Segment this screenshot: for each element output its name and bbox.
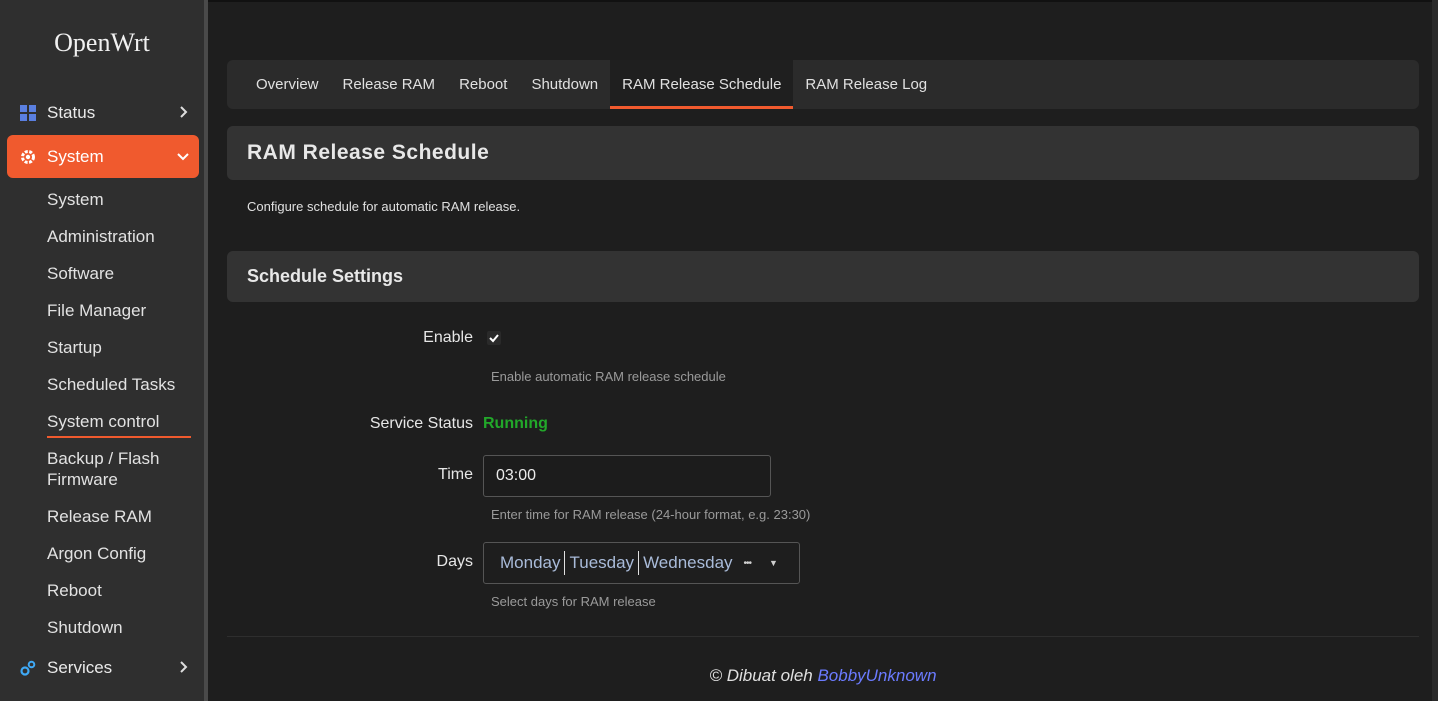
time-input[interactable] — [483, 455, 771, 497]
sidebar-subitem-argon-config[interactable]: Argon Config — [47, 543, 146, 564]
chevron-right-icon — [179, 105, 189, 121]
footer: © Dibuat oleh BobbyUnknown — [0, 666, 1438, 686]
tab-ram-release-schedule[interactable]: RAM Release Schedule — [610, 60, 794, 109]
day-chip: Wednesday — [643, 553, 733, 572]
sidebar-subitem-software[interactable]: Software — [47, 263, 114, 284]
day-chip: Tuesday — [569, 553, 635, 572]
section-header: Schedule Settings — [227, 251, 1419, 302]
sidebar-item-status[interactable]: Status — [7, 91, 199, 134]
sidebar-subitem-backup-flash[interactable]: Backup / Flash Firmware — [47, 448, 177, 490]
page-scrollbar[interactable] — [1432, 0, 1438, 701]
caret-down-icon: ▼ — [769, 558, 778, 568]
sidebar-subitem-system[interactable]: System — [47, 189, 104, 210]
tab-shutdown[interactable]: Shutdown — [519, 60, 610, 109]
page-description: Configure schedule for automatic RAM rel… — [247, 199, 521, 214]
sidebar-subitem-release-ram[interactable]: Release RAM — [47, 506, 152, 527]
time-label: Time — [438, 466, 473, 483]
section-title: Schedule Settings — [247, 266, 404, 286]
chip-separator — [638, 551, 640, 575]
sidebar-item-label: System — [47, 146, 104, 166]
enable-help: Enable automatic RAM release schedule — [491, 369, 726, 384]
days-help: Select days for RAM release — [491, 594, 656, 609]
chevron-down-icon — [177, 149, 189, 165]
grid-icon — [19, 104, 37, 122]
top-border — [208, 0, 1438, 2]
author-link[interactable]: BobbyUnknown — [817, 666, 936, 685]
check-icon — [489, 334, 499, 343]
tab-release-ram[interactable]: Release RAM — [331, 60, 448, 109]
tab-overview[interactable]: Overview — [244, 60, 331, 109]
chip-separator — [564, 551, 566, 575]
sidebar-subitem-startup[interactable]: Startup — [47, 337, 102, 358]
sidebar-subitem-shutdown[interactable]: Shutdown — [47, 617, 123, 638]
divider — [227, 636, 1419, 637]
day-chip: Monday — [500, 553, 561, 572]
page-title-box: RAM Release Schedule — [227, 126, 1419, 180]
days-multiselect[interactable]: Monday Tuesday Wednesday ••• ▼ — [483, 542, 800, 584]
sidebar-subitem-reboot[interactable]: Reboot — [47, 580, 102, 601]
days-label: Days — [436, 553, 473, 570]
footer-credit: © Dibuat oleh — [709, 666, 818, 685]
gear-icon — [19, 148, 37, 166]
sidebar-subitem-system-control[interactable]: System control — [47, 411, 191, 438]
tab-bar: Overview Release RAM Reboot Shutdown RAM… — [227, 60, 1419, 109]
sidebar-item-label: Status — [47, 102, 96, 122]
page-title: RAM Release Schedule — [247, 141, 490, 164]
enable-checkbox[interactable] — [487, 331, 501, 345]
sidebar-item-system[interactable]: System — [7, 135, 199, 178]
tab-ram-release-log[interactable]: RAM Release Log — [793, 60, 939, 109]
sidebar-scrollbar[interactable] — [204, 0, 208, 701]
sidebar-subitem-scheduled-tasks[interactable]: Scheduled Tasks — [47, 374, 175, 395]
service-status-label: Service Status — [369, 415, 473, 432]
brand-logo[interactable]: OpenWrt — [0, 28, 204, 58]
more-icon: ••• — [743, 557, 752, 569]
enable-label: Enable — [423, 329, 473, 346]
service-status-value: Running — [483, 415, 548, 432]
tab-reboot[interactable]: Reboot — [447, 60, 519, 109]
sidebar-subitem-file-manager[interactable]: File Manager — [47, 300, 146, 321]
sidebar-subitem-administration[interactable]: Administration — [47, 226, 155, 247]
sidebar: OpenWrt Status System System Administrat… — [0, 0, 204, 701]
time-help: Enter time for RAM release (24-hour form… — [491, 507, 811, 522]
